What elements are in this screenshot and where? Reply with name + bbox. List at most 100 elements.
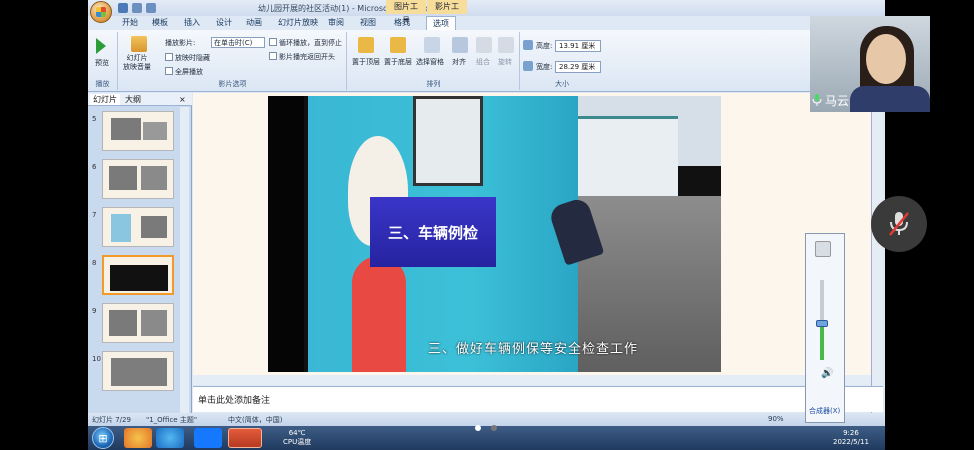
tab-options[interactable]: 选项 — [426, 16, 456, 30]
tab-outline[interactable]: 大纲 — [122, 94, 144, 105]
tab-format[interactable]: 格式 — [394, 16, 410, 30]
speaker-mute-icon[interactable]: 🔊 — [821, 368, 833, 379]
volume-popup: 🔊 合成器(X) — [805, 233, 845, 423]
bring-to-front-button[interactable]: 置于顶层 — [352, 57, 380, 67]
group-label-movie-options: 影片选项 — [218, 80, 247, 88]
tab-view[interactable]: 视图 — [360, 16, 376, 30]
selection-pane-button[interactable]: 选择窗格 — [416, 57, 444, 67]
slide-thumbnail[interactable] — [102, 351, 174, 391]
group-movie-options: 幻灯片 放映音量 播放影片: 在单击时(C) 放映时隐藏 全屏播放 循环播放，直… — [119, 32, 347, 90]
loop-checkbox[interactable]: 循环播放，直到停止 — [269, 38, 342, 48]
cpu-temp-label: CPU温度 — [283, 438, 312, 446]
volume-slider-thumb[interactable] — [816, 320, 828, 327]
browser-icon[interactable] — [156, 428, 184, 448]
rewind-checkbox[interactable]: 影片播完返回开头 — [269, 52, 335, 62]
tab-slideshow[interactable]: 幻灯片放映 — [278, 16, 318, 30]
tab-review[interactable]: 审阅 — [328, 16, 344, 30]
tab-insert[interactable]: 插入 — [184, 16, 200, 30]
pane-scrollbar[interactable] — [180, 107, 189, 413]
taskbar: ⊞ 64℃ CPU温度 9:26 2022/5/11 — [88, 426, 885, 450]
office-button[interactable] — [90, 1, 112, 23]
save-icon[interactable] — [118, 3, 128, 13]
speaker-device-icon[interactable] — [815, 241, 831, 257]
theme-name: "1_Office 主题" — [146, 416, 198, 424]
clock[interactable]: 9:26 2022/5/11 — [833, 429, 869, 447]
title-bar: 幼儿园开展的社区活动(1) - Microsoft PowerPoint 图片工… — [88, 0, 885, 25]
tab-slides[interactable]: 幻灯片 — [90, 94, 120, 105]
align-icon — [452, 37, 468, 53]
start-button[interactable]: ⊞ — [92, 427, 114, 449]
slide-title-banner[interactable]: 三、车辆例检 — [370, 197, 496, 267]
vertical-scrollbar[interactable] — [871, 93, 883, 415]
group-label-play: 播放 — [95, 80, 110, 88]
context-tab-movie-tools[interactable]: 影片工具 — [427, 0, 467, 25]
volume-slider-fill — [820, 326, 824, 360]
fullscreen-checkbox[interactable]: 全屏播放 — [165, 67, 203, 77]
notes-placeholder: 单击此处添加备注 — [198, 396, 271, 406]
width-icon — [523, 61, 533, 71]
clock-time: 9:26 — [843, 429, 859, 437]
mixer-link[interactable]: 合成器(X) — [809, 406, 840, 416]
meeting-app-icon[interactable] — [194, 428, 222, 448]
send-to-back-button[interactable]: 置于底层 — [384, 57, 412, 67]
volume-icon — [131, 36, 147, 52]
video-border — [268, 96, 304, 372]
horizontal-scrollbar[interactable] — [193, 375, 871, 385]
slide-position: 幻灯片 7/29 — [92, 416, 131, 424]
undo-icon[interactable] — [132, 3, 142, 13]
slide-volume-button[interactable]: 幻灯片 放映音量 — [123, 54, 151, 72]
cpu-temp-value: 64℃ — [288, 429, 306, 437]
slide-thumbnail[interactable] — [102, 303, 174, 343]
pane-tabs: 幻灯片 大纲 × — [88, 93, 192, 106]
thumb-number: 10 — [92, 355, 101, 363]
tab-animation[interactable]: 动画 — [246, 16, 262, 30]
group-size: 高度: 13.91 厘米 宽度: 28.29 厘米 大小 — [521, 32, 603, 90]
selection-pane-icon — [424, 37, 440, 53]
align-button[interactable]: 对齐 — [452, 57, 466, 67]
mute-microphone-button[interactable] — [871, 196, 927, 252]
hide-while-playing-checkbox[interactable]: 放映时隐藏 — [165, 53, 210, 63]
ribbon-tabs: 开始 模板 插入 设计 动画 幻灯片放映 审阅 视图 格式 选项 — [88, 16, 885, 30]
slide-thumbnail[interactable] — [102, 207, 174, 247]
play-movie-label: 播放影片: — [165, 39, 196, 47]
participant-label: 马云 — [812, 92, 849, 108]
width-input[interactable]: 28.29 厘米 — [555, 61, 601, 73]
bus-window — [413, 96, 483, 186]
height-input[interactable]: 13.91 厘米 — [555, 40, 601, 52]
page-indicator-dot-active[interactable] — [475, 425, 481, 431]
slide-thumbnail[interactable] — [102, 111, 174, 151]
tab-home[interactable]: 开始 — [122, 16, 138, 30]
zoom-level[interactable]: 90% — [768, 415, 784, 423]
rotate-button[interactable]: 旋转 — [498, 57, 512, 67]
group-button[interactable]: 组合 — [476, 57, 490, 67]
participant-name: 马云 — [825, 93, 850, 108]
close-icon[interactable]: × — [176, 94, 189, 105]
thumb-number: 9 — [92, 307, 97, 315]
powerpoint-taskbar-icon[interactable] — [228, 428, 262, 448]
page-indicator-dot[interactable] — [491, 425, 497, 431]
thumb-number: 6 — [92, 163, 97, 171]
context-tab-picture-tools[interactable]: 图片工具 — [386, 0, 426, 25]
thumb-number: 5 — [92, 115, 97, 123]
height-label: 高度: — [536, 42, 553, 50]
redo-icon[interactable] — [146, 3, 156, 13]
play-movie-dropdown[interactable]: 在单击时(C) — [211, 37, 265, 48]
group-play: 预览 播放 — [88, 32, 118, 90]
tab-design[interactable]: 设计 — [216, 16, 232, 30]
tab-template[interactable]: 模板 — [152, 16, 168, 30]
group-label-arrange: 排列 — [426, 80, 441, 88]
slide-thumbnail[interactable] — [102, 159, 174, 199]
microphone-muted-icon — [889, 212, 909, 236]
notes-pane[interactable]: 单击此处添加备注 — [193, 386, 883, 412]
slide-thumbnail-selected[interactable] — [102, 255, 174, 295]
preview-button[interactable]: 预览 — [95, 58, 109, 68]
send-back-icon — [390, 37, 406, 53]
cpu-temp-widget: 64℃ CPU温度 — [283, 429, 311, 447]
app-icon-1[interactable] — [124, 428, 152, 448]
group-icon — [476, 37, 492, 53]
ribbon: 预览 播放 幻灯片 放映音量 播放影片: 在单击时(C) 放映时隐藏 全屏播放 … — [88, 30, 885, 92]
thumb-number: 7 — [92, 211, 97, 219]
slide-canvas[interactable]: 三、车辆例检 三、做好车辆例保等安全检查工作 — [268, 96, 721, 372]
clock-date: 2022/5/11 — [833, 438, 869, 446]
language: 中文(简体，中国) — [228, 416, 283, 424]
